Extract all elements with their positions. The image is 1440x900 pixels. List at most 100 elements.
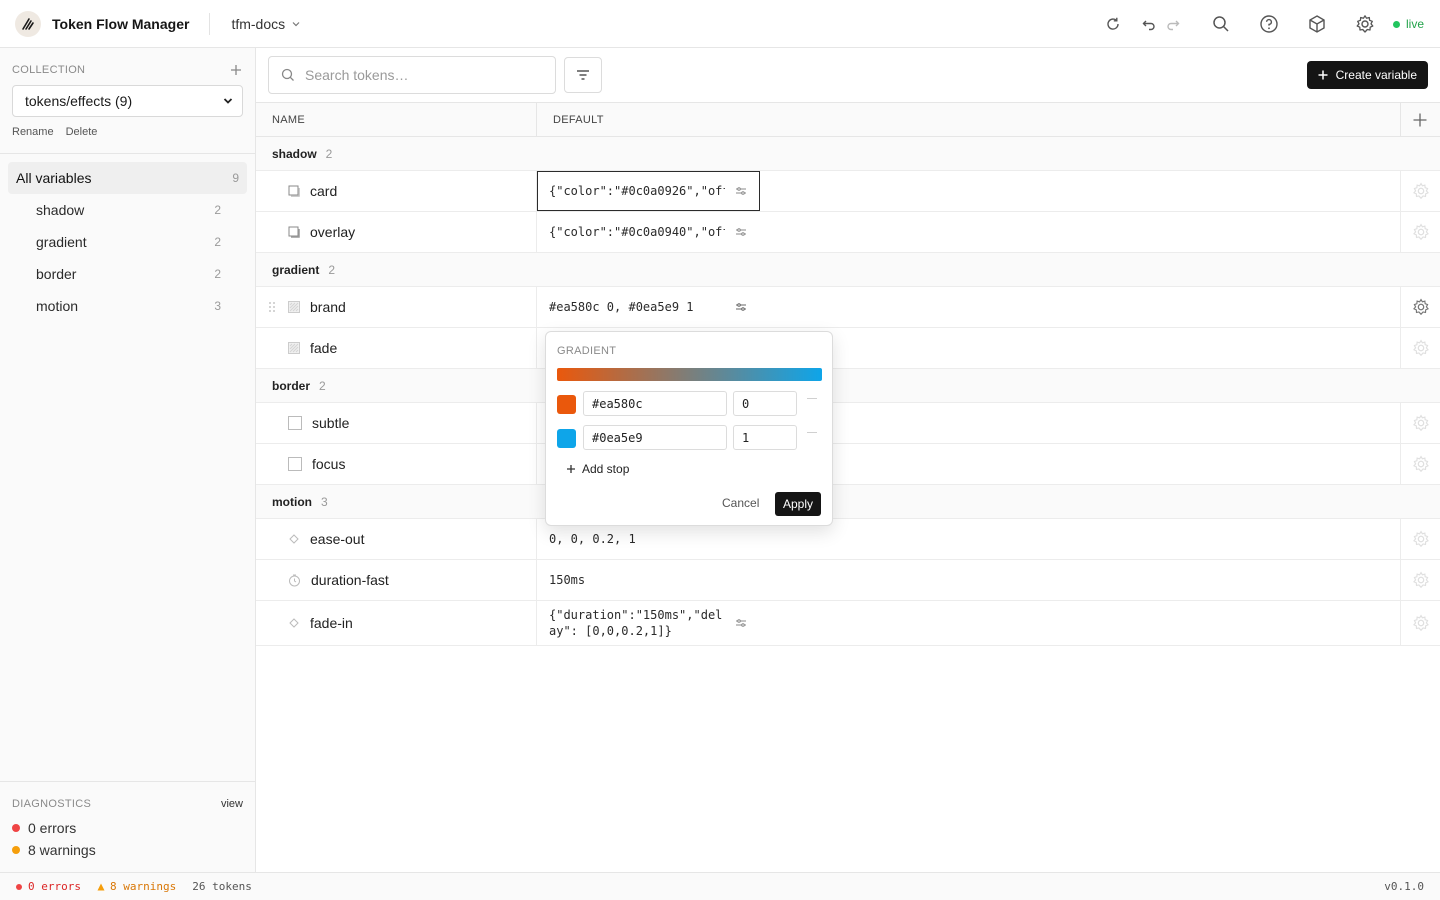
live-dot <box>1392 20 1400 28</box>
warnings-text: 8 warnings <box>28 842 96 858</box>
color-swatch[interactable] <box>557 395 576 414</box>
diagnostics-panel: DIAGNOSTICS view 0 errors 8 warnings <box>0 781 255 872</box>
table-row[interactable]: brand #ea580c 0, #0ea5e9 1 <box>256 287 1440 328</box>
gear-icon[interactable] <box>1412 182 1430 200</box>
gear-icon[interactable] <box>1412 614 1430 632</box>
group-name: motion <box>272 494 312 509</box>
status-errors[interactable]: 0 errors <box>16 880 81 893</box>
sidebar-item-motion[interactable]: motion 3 <box>8 290 247 322</box>
value-cell[interactable]: {"color":"#0c0a0940","offsetX":"0px" <box>549 212 747 252</box>
divider <box>209 12 211 35</box>
drag-handle-icon[interactable] <box>268 301 276 313</box>
column-divider <box>1400 601 1401 645</box>
table-row[interactable]: ease-out 0, 0, 0.2, 1 <box>256 519 1440 560</box>
group-row-gradient[interactable]: gradient 2 <box>256 253 1440 287</box>
stop-color-input[interactable] <box>583 425 727 450</box>
table-row[interactable]: focus <box>256 444 1440 485</box>
edit-value-button[interactable] <box>735 618 747 628</box>
sidebar-item-all-variables[interactable]: All variables 9 <box>8 162 247 194</box>
live-status: live <box>1392 17 1424 31</box>
settings-button[interactable] <box>1349 10 1381 38</box>
plus-icon <box>1318 70 1328 80</box>
search-icon <box>281 68 294 81</box>
apply-button[interactable]: Apply <box>775 492 822 516</box>
name-cell: card <box>288 171 337 211</box>
rename-link[interactable]: Rename <box>12 126 54 138</box>
gear-icon <box>1356 15 1374 33</box>
group-count: 2 <box>319 378 326 393</box>
value-cell[interactable]: {"duration":"150ms","delay": [0,0,0.2,1]… <box>549 601 747 645</box>
table-row[interactable]: subtle <box>256 403 1440 444</box>
token-name: focus <box>312 456 346 472</box>
sidebar-item-shadow[interactable]: shadow 2 <box>8 194 247 226</box>
cancel-button[interactable]: Cancel <box>722 496 759 510</box>
table-row[interactable]: fade <box>256 328 1440 369</box>
token-value: 150ms <box>549 573 586 587</box>
collection-select[interactable]: tokens/effects (9) <box>12 85 243 117</box>
add-stop-button[interactable]: Add stop <box>566 462 629 476</box>
group-row-border[interactable]: border 2 <box>256 369 1440 403</box>
remove-stop-button[interactable] <box>807 398 817 399</box>
sidebar-item-label: All variables <box>16 170 92 186</box>
group-name: shadow <box>272 146 317 161</box>
gear-icon[interactable] <box>1412 414 1430 432</box>
stop-position-input[interactable] <box>733 391 797 416</box>
edit-value-button[interactable] <box>735 227 747 237</box>
table-row[interactable]: card {"color":"#0c0a0926","offsetX":"0px… <box>256 171 1440 212</box>
value-cell[interactable]: #ea580c 0, #0ea5e9 1 <box>549 287 747 327</box>
undo-button[interactable] <box>1137 10 1161 38</box>
token-name: fade <box>310 340 338 356</box>
sidebar-nav: All variables 9 shadow 2 gradient 2 bord… <box>8 162 247 322</box>
column-divider <box>1400 328 1401 368</box>
stop-color-input[interactable] <box>583 391 727 416</box>
redo-button[interactable] <box>1161 10 1185 38</box>
table-row[interactable]: fade-in {"duration":"150ms","delay": [0,… <box>256 601 1440 646</box>
delete-link[interactable]: Delete <box>66 126 98 138</box>
sidebar-item-gradient[interactable]: gradient 2 <box>8 226 247 258</box>
column-divider <box>536 601 537 645</box>
group-row-shadow[interactable]: shadow 2 <box>256 137 1440 171</box>
table-row[interactable]: overlay {"color":"#0c0a0940","offsetX":"… <box>256 212 1440 253</box>
search-button[interactable] <box>1205 10 1237 38</box>
sidebar-item-border[interactable]: border 2 <box>8 258 247 290</box>
refresh-button[interactable] <box>1097 10 1129 38</box>
help-button[interactable] <box>1253 10 1285 38</box>
gear-icon[interactable] <box>1412 223 1430 241</box>
logo-icon <box>22 17 34 30</box>
token-value: {"color":"#0c0a0926","offsetX":"0px" <box>549 184 725 198</box>
chevron-down-icon <box>292 21 300 26</box>
group-row-motion[interactable]: motion 3 <box>256 485 1440 519</box>
remove-stop-button[interactable] <box>807 432 817 433</box>
status-warnings[interactable]: 8 warnings <box>97 880 176 893</box>
name-cell: ease-out <box>288 519 364 559</box>
project-switcher[interactable]: tfm-docs <box>231 16 301 32</box>
search-input[interactable] <box>305 67 535 83</box>
token-name: duration-fast <box>311 572 389 588</box>
color-swatch[interactable] <box>557 429 576 448</box>
filter-button[interactable] <box>564 57 602 93</box>
chevron-down-icon <box>223 98 233 104</box>
table-header: NAME DEFAULT <box>256 102 1440 137</box>
value-cell[interactable]: {"color":"#0c0a0926","offsetX":"0px" <box>549 171 747 211</box>
error-dot <box>16 883 22 890</box>
value-cell[interactable]: 150ms <box>549 560 725 600</box>
stop-position-input[interactable] <box>733 425 797 450</box>
edit-value-button[interactable] <box>735 302 747 312</box>
add-collection-icon[interactable] <box>230 64 242 76</box>
status-bar: 0 errors 8 warnings 26 tokens v0.1.0 <box>0 872 1440 900</box>
edit-value-button[interactable] <box>735 186 747 196</box>
sliders-icon <box>736 619 746 627</box>
top-bar: Token Flow Manager tfm-docs live <box>0 0 1440 48</box>
gear-icon[interactable] <box>1412 530 1430 548</box>
package-button[interactable] <box>1301 10 1333 38</box>
diagnostics-view-link[interactable]: view <box>221 798 243 810</box>
gear-icon[interactable] <box>1412 455 1430 473</box>
create-variable-button[interactable]: Create variable <box>1306 61 1428 89</box>
gear-icon[interactable] <box>1412 339 1430 357</box>
table-row[interactable]: duration-fast 150ms <box>256 560 1440 601</box>
gear-icon[interactable] <box>1412 298 1430 316</box>
gear-icon[interactable] <box>1412 571 1430 589</box>
add-column-icon[interactable] <box>1412 112 1428 128</box>
column-divider <box>1400 403 1401 443</box>
easing-icon <box>289 618 299 628</box>
